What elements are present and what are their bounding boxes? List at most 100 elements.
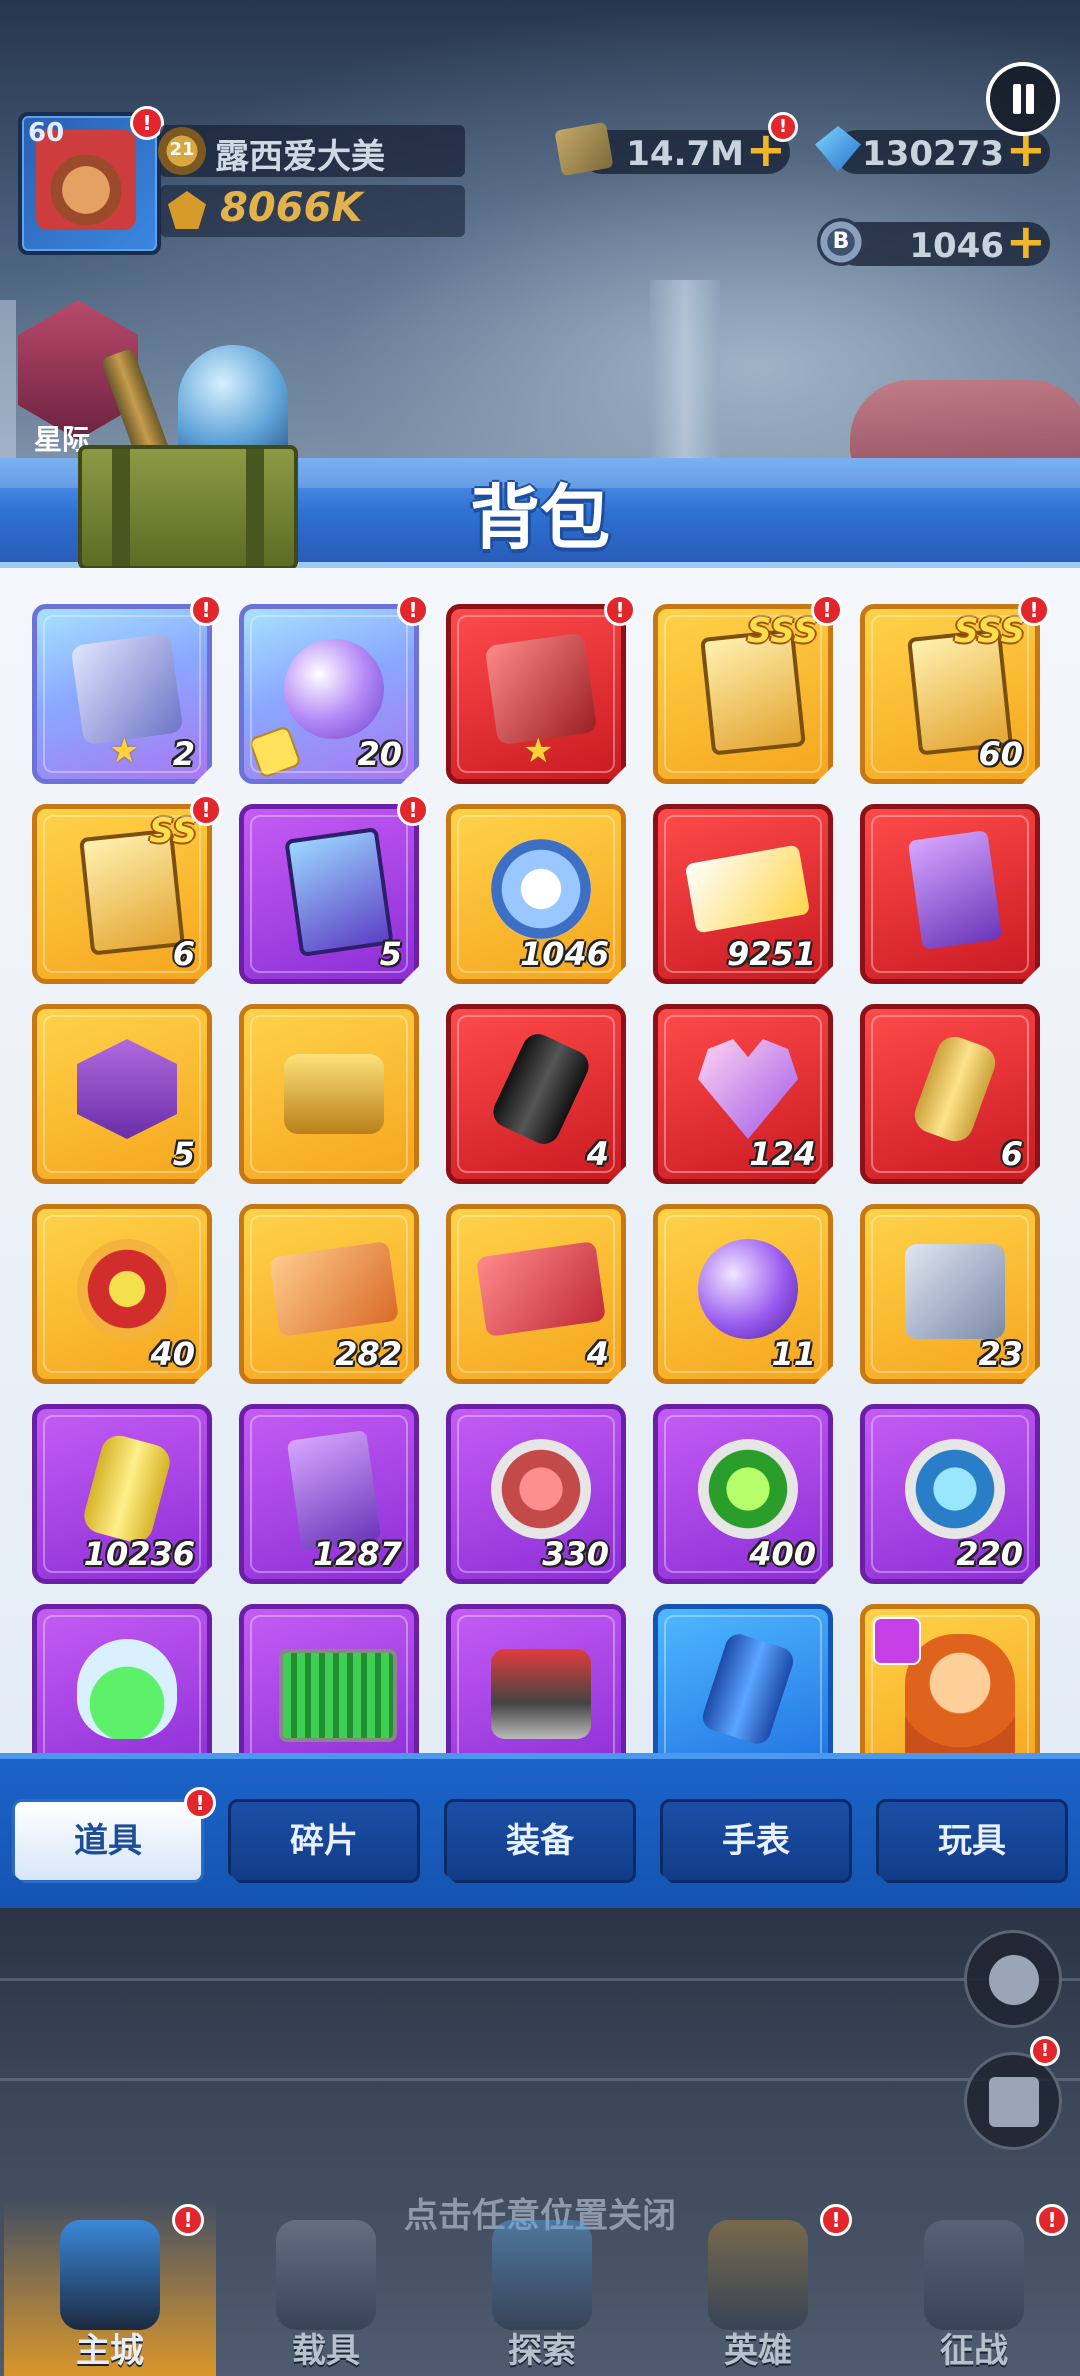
- item-slot[interactable]: 124: [653, 1004, 833, 1184]
- item-quantity: 11: [771, 1335, 816, 1373]
- item-tile: [239, 1004, 419, 1184]
- rank-badge: 21: [158, 127, 206, 175]
- nav-icon: [276, 2220, 376, 2330]
- nav-icon: [924, 2220, 1024, 2330]
- nav-item-3[interactable]: 英雄!: [652, 2200, 864, 2376]
- bottom-navigation: 主城! 载具 探索 英雄! 征战!: [0, 2200, 1080, 2376]
- gem-counter[interactable]: 130273 +: [815, 126, 1050, 174]
- item-slot[interactable]: 9251: [653, 804, 833, 984]
- item-slot[interactable]: SSS!: [653, 594, 843, 784]
- item-slot[interactable]: 23: [860, 1204, 1040, 1384]
- nav-icon: [60, 2220, 160, 2330]
- card-item-icon: [700, 628, 806, 756]
- item-tile: [32, 1604, 212, 1753]
- item-quantity: 400: [749, 1535, 816, 1573]
- background-vehicle: [850, 380, 1080, 470]
- item-quantity: 330: [542, 1535, 609, 1573]
- item-slot[interactable]: [446, 1604, 626, 1753]
- item-slot[interactable]: SS 6!: [32, 794, 222, 984]
- item-quantity: 60: [978, 735, 1023, 773]
- item-slot[interactable]: ★!: [446, 594, 636, 784]
- nav-item-1[interactable]: 载具: [220, 2200, 432, 2376]
- item-quantity: 124: [749, 1135, 816, 1173]
- item-slot[interactable]: 5!: [239, 794, 429, 984]
- nav-icon: [492, 2220, 592, 2330]
- pin-red-item-icon: [491, 1439, 591, 1539]
- item-slot[interactable]: [239, 1004, 419, 1184]
- item-tile: 5: [32, 1004, 212, 1184]
- item-slot[interactable]: [860, 804, 1040, 984]
- item-tile: 6: [860, 1004, 1040, 1184]
- cash-alert-icon: !: [768, 112, 798, 142]
- item-slot[interactable]: 40: [32, 1204, 212, 1384]
- tab-1[interactable]: 碎片: [228, 1799, 420, 1883]
- item-tile: ★: [446, 604, 626, 784]
- item-tile: ★ 2: [32, 604, 212, 784]
- item-slot[interactable]: 400: [653, 1404, 833, 1584]
- tab-2[interactable]: 装备: [444, 1799, 636, 1883]
- nav-item-0[interactable]: 主城!: [4, 2200, 216, 2376]
- nav-alert-icon: !: [172, 2204, 204, 2236]
- cash-counter[interactable]: 14.7M +: [554, 121, 790, 177]
- tab-4[interactable]: 玩具: [876, 1799, 1068, 1883]
- item-quantity: 282: [335, 1335, 402, 1373]
- crate-decoration-icon: [78, 445, 298, 570]
- podium-icon: [989, 2077, 1039, 2127]
- pause-button[interactable]: [986, 62, 1060, 136]
- item-slot[interactable]: 4: [446, 1004, 626, 1184]
- item-alert-icon: !: [1018, 594, 1050, 626]
- item-slot[interactable]: 6: [860, 1004, 1040, 1184]
- item-slot[interactable]: [239, 1604, 419, 1753]
- item-slot[interactable]: 20!: [239, 594, 429, 784]
- coin-item-icon: [491, 839, 591, 939]
- power-plate: 8066K: [160, 185, 465, 237]
- nav-item-4[interactable]: 征战!: [868, 2200, 1080, 2376]
- item-slot[interactable]: 4: [446, 1204, 626, 1384]
- background-tower: [650, 280, 720, 460]
- ranking-button[interactable]: [964, 2052, 1062, 2150]
- item-slot[interactable]: 10236: [32, 1404, 212, 1584]
- item-tile: 282: [239, 1204, 419, 1384]
- add-coin-icon[interactable]: +: [1006, 218, 1046, 266]
- item-slot[interactable]: SSS 60!: [860, 594, 1050, 784]
- tab-3[interactable]: 手表: [660, 1799, 852, 1883]
- friends-icon: [989, 1955, 1039, 2005]
- item-slot[interactable]: [653, 1604, 833, 1753]
- item-grade: SSS: [953, 611, 1025, 651]
- item-slot[interactable]: [32, 1604, 212, 1753]
- hex-item-icon: [77, 1039, 177, 1139]
- item-quantity: 5: [172, 1135, 195, 1173]
- item-tile: SSS 60: [860, 604, 1040, 784]
- tab-alert-icon: !: [184, 1787, 216, 1819]
- item-slot[interactable]: 5: [32, 1004, 212, 1184]
- cash-icon: [554, 121, 614, 177]
- item-quantity: 20: [357, 735, 402, 773]
- item-slot[interactable]: 11: [653, 1204, 833, 1384]
- item-slot[interactable]: ★ 2!: [32, 594, 222, 784]
- item-slot[interactable]: [860, 1604, 1040, 1753]
- backpack-body: ★ 2! 20! ★! SSS! SSS 60! SS 6! 5! 1046 9251 5 4 124 6 40…: [0, 568, 1080, 1753]
- item-quantity: 6: [172, 935, 195, 973]
- item-quantity: 5: [379, 935, 402, 973]
- item-quantity: 220: [956, 1535, 1023, 1573]
- item-slot[interactable]: 1287: [239, 1404, 419, 1584]
- item-slot[interactable]: 1046: [446, 804, 626, 984]
- orb-item-icon: [284, 639, 384, 739]
- coin-counter[interactable]: B 1046 +: [817, 218, 1050, 266]
- bottle-item-icon: [909, 1031, 1001, 1147]
- nav-item-2[interactable]: 探索: [436, 2200, 648, 2376]
- item-tile: 11: [653, 1204, 833, 1384]
- item-slot[interactable]: 330: [446, 1404, 626, 1584]
- ticket-item-icon: [684, 844, 811, 934]
- nav-alert-icon: !: [820, 2204, 852, 2236]
- item-slot[interactable]: 282: [239, 1204, 419, 1384]
- item-tile: SS 6: [32, 804, 212, 984]
- item-tile: 330: [446, 1404, 626, 1584]
- tab-0[interactable]: 道具: [12, 1799, 204, 1883]
- item-slot[interactable]: 220: [860, 1404, 1040, 1584]
- chest-item-icon: [284, 1054, 384, 1134]
- item-tile: [860, 804, 1040, 984]
- friends-button[interactable]: [964, 1930, 1062, 2028]
- item-alert-icon: !: [190, 794, 222, 826]
- chip-item-icon: [279, 1649, 397, 1742]
